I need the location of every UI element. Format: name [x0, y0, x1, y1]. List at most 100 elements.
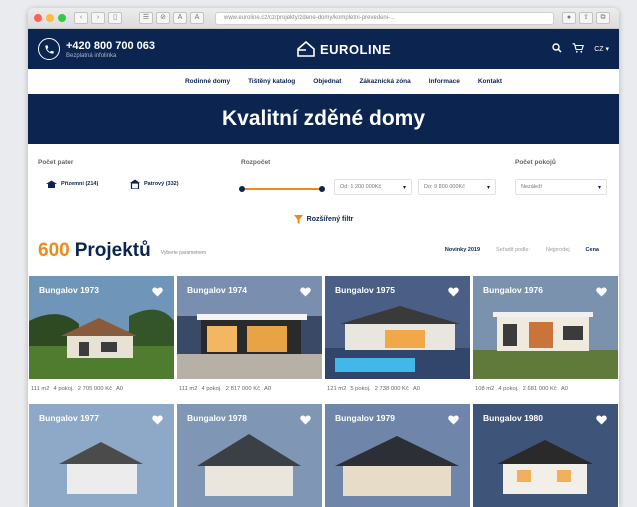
floor-option-ground[interactable]: Přízemní (214)	[46, 180, 98, 188]
project-image[interactable]: Bungalov 1979	[325, 404, 470, 507]
heart-icon[interactable]	[300, 284, 311, 302]
font-large-icon[interactable]: A	[190, 12, 204, 24]
filter-funnel-icon	[293, 214, 303, 224]
sort-popular[interactable]: Nejprodej	[546, 247, 570, 253]
forward-icon[interactable]: ›	[91, 12, 105, 24]
budget-from-select[interactable]: Od: 1 200 000Kč ▾	[334, 179, 412, 195]
logo-text: EUROLINE	[320, 41, 392, 57]
budget-slider-max-handle[interactable]	[319, 186, 325, 192]
site-logo[interactable]: EUROLINE	[296, 41, 391, 57]
tabs-icon[interactable]: ⧉	[596, 12, 610, 24]
budget-from-value: Od: 1 200 000Kč	[340, 184, 382, 190]
search-icon[interactable]	[552, 43, 562, 55]
heart-icon[interactable]	[448, 412, 459, 430]
extension-icon[interactable]: ●	[562, 12, 576, 24]
project-card[interactable]: Bungalov 1980	[473, 404, 618, 507]
budget-to-value: Do: 9 800 000Kč	[424, 184, 465, 190]
nav-informace[interactable]: Informace	[429, 78, 460, 85]
heart-icon[interactable]	[448, 284, 459, 302]
sidebar-icon[interactable]: ▯	[108, 12, 122, 24]
heart-icon[interactable]	[596, 412, 607, 430]
project-rooms: 5 pokoj.	[350, 386, 371, 392]
rooms-select[interactable]: Nezáleží ▾	[515, 179, 607, 195]
project-image[interactable]: Bungalov 1973	[29, 276, 174, 379]
project-card[interactable]: Bungalov 1978	[177, 404, 322, 507]
privacy-icon[interactable]: ⊘	[156, 12, 170, 24]
header-actions: CZ ▾	[552, 43, 609, 55]
sort-price[interactable]: Cena	[586, 247, 599, 253]
project-specs: 111 m2 4 pokoj. 2 817 000 Kč A0	[177, 379, 322, 399]
filter-panel: Počet pater Přízemní (214) Patrový (332)…	[28, 144, 619, 206]
project-card[interactable]: Bungalov 1977	[29, 404, 174, 507]
main-nav: Rodinné domy Tištěný katalog Objednat Zá…	[28, 69, 619, 94]
maximize-window-button[interactable]	[58, 14, 66, 22]
project-image[interactable]: Bungalov 1980	[473, 404, 618, 507]
heart-icon[interactable]	[152, 284, 163, 302]
project-card[interactable]: Bungalov 1974 111 m2 4 pokoj. 2 817 000 …	[177, 276, 322, 399]
project-specs: 121 m2 5 pokoj. 2 738 000 Kč A0	[325, 379, 470, 399]
sort-new-2019[interactable]: Novinky 2019	[445, 247, 480, 253]
project-price: 2 817 000 Kč	[225, 386, 260, 392]
budget-slider[interactable]	[239, 186, 325, 192]
project-energy-class: A0	[560, 386, 568, 392]
nav-objednat[interactable]: Objednat	[313, 78, 341, 85]
project-energy-class: A0	[263, 386, 272, 392]
budget-slider-min-handle[interactable]	[239, 186, 245, 192]
phone-icon[interactable]	[38, 38, 60, 60]
project-card[interactable]: Bungalov 1976 108 m2 4 pokoj. 2 681 000 …	[473, 276, 618, 399]
phone-number[interactable]: +420 800 700 063	[66, 40, 155, 52]
project-image[interactable]: Bungalov 1974	[177, 276, 322, 379]
project-card[interactable]: Bungalov 1975 121 m2 5 pokoj. 2 738 000 …	[325, 276, 470, 399]
url-bar[interactable]: www.euroline.cz/cz/projekty/zdene-domy/k…	[215, 11, 554, 25]
hero-title: Kvalitní zděné domy	[221, 107, 426, 130]
heart-icon[interactable]	[596, 284, 607, 302]
project-title: Bungalov 1975	[335, 285, 395, 295]
results-params-hint[interactable]: Vyberte parametrem	[161, 250, 206, 256]
project-image[interactable]: Bungalov 1978	[177, 404, 322, 507]
rooms-value: Nezáleží	[521, 184, 543, 190]
chevron-down-icon: ▾	[402, 184, 406, 191]
nav-tisteny-katalog[interactable]: Tištěný katalog	[248, 78, 295, 85]
extended-filter-toggle[interactable]: Rozšířený filtr	[28, 206, 619, 232]
chevron-down-icon: ▾	[597, 184, 601, 191]
close-window-button[interactable]	[34, 14, 42, 22]
project-rooms: 4 pokoj.	[53, 386, 74, 392]
project-title: Bungalov 1973	[39, 285, 99, 295]
share-icon[interactable]: ⇧	[579, 12, 593, 24]
heart-icon[interactable]	[152, 412, 163, 430]
heart-icon[interactable]	[300, 412, 311, 430]
nav-rodinne-domy[interactable]: Rodinné domy	[185, 78, 230, 85]
project-area: 111 m2	[179, 386, 198, 392]
project-specs: 108 m2 4 pokoj. 2 681 000 Kč A0	[473, 379, 618, 399]
project-image[interactable]: Bungalov 1976	[473, 276, 618, 379]
floor-option-ground-label: Přízemní (214)	[61, 181, 99, 187]
project-image[interactable]: Bungalov 1977	[29, 404, 174, 507]
cart-icon[interactable]	[572, 43, 585, 55]
back-icon[interactable]: ‹	[74, 12, 88, 24]
project-specs: 111 m2 4 pokoj. 2 705 000 Kč A0	[29, 379, 174, 399]
site-header: +420 800 700 063 Bezplatná infolinka EUR…	[28, 29, 619, 69]
project-card[interactable]: Bungalov 1973 111 m2 4 pokoj. 2 705 000 …	[29, 276, 174, 399]
reader-icon[interactable]: ☰	[139, 12, 153, 24]
language-label: CZ	[594, 46, 604, 53]
project-title: Bungalov 1979	[335, 413, 395, 423]
font-small-icon[interactable]: A	[173, 12, 187, 24]
project-title: Bungalov 1976	[483, 285, 543, 295]
budget-to-select[interactable]: Do: 9 800 000Kč ▾	[418, 179, 496, 195]
browser-toolbar: ‹ › ▯ ☰ ⊘ A A www.euroline.cz/cz/projekt…	[28, 8, 619, 29]
floor-option-two-story[interactable]: Patrový (332)	[130, 179, 179, 189]
project-title: Bungalov 1980	[483, 413, 543, 423]
project-card[interactable]: Bungalov 1979	[325, 404, 470, 507]
project-image[interactable]: Bungalov 1975	[325, 276, 470, 379]
nav-kontakt[interactable]: Kontakt	[478, 78, 502, 85]
chevron-down-icon: ▾	[486, 184, 490, 191]
nav-zakaznicka-zona[interactable]: Zákaznická zóna	[359, 78, 410, 85]
sort-controls: Novinky 2019 Seřadit podle: Nejprodej Ce…	[445, 247, 599, 253]
language-selector[interactable]: CZ ▾	[594, 45, 609, 53]
extended-filter-label: Rozšířený filtr	[306, 215, 354, 223]
project-title: Bungalov 1974	[187, 285, 247, 295]
project-title: Bungalov 1977	[39, 413, 99, 423]
project-area: 108 m2	[475, 386, 495, 392]
results-label: Projektů	[74, 240, 151, 261]
minimize-window-button[interactable]	[46, 14, 54, 22]
